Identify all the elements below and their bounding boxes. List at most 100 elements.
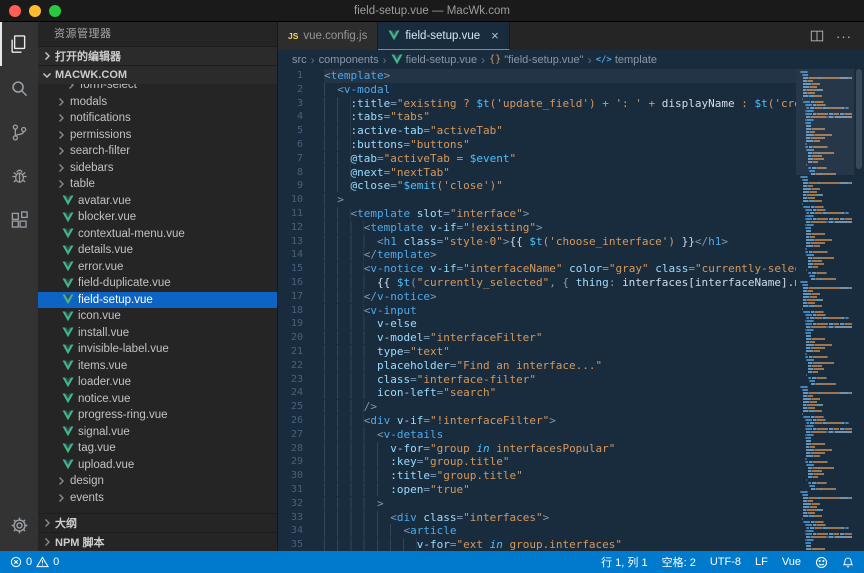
sidebar-panel-NPM 脚本[interactable]: NPM 脚本: [38, 532, 277, 551]
status-right: 行 1, 列 1 空格: 2 UTF-8 LF Vue: [601, 554, 854, 570]
tree-folder-search-filter[interactable]: search-filter: [38, 143, 277, 160]
status-encoding[interactable]: UTF-8: [710, 556, 741, 568]
js-icon: JS: [288, 31, 298, 41]
activity-settings-button[interactable]: [0, 503, 38, 547]
tree-folder-form-select[interactable]: form-select: [38, 84, 277, 94]
chevron-right-icon: [56, 179, 66, 189]
tree-folder-permissions[interactable]: permissions: [38, 127, 277, 144]
breadcrumb-item[interactable]: </>template: [596, 54, 657, 66]
minimize-window-button[interactable]: [29, 5, 41, 17]
tree-file-items.vue[interactable]: items.vue: [38, 358, 277, 375]
problems-indicator[interactable]: 00: [10, 556, 59, 568]
close-window-button[interactable]: [9, 5, 21, 17]
maximize-window-button[interactable]: [49, 5, 61, 17]
code-line: @close="$emit('close')": [324, 179, 796, 193]
tree-file-invisible-label.vue[interactable]: invisible-label.vue: [38, 341, 277, 358]
code-line: <div v-if="!interfaceFilter">: [324, 414, 796, 428]
tab-vue.config.js[interactable]: JS vue.config.js: [278, 22, 378, 50]
tree-file-signal.vue[interactable]: signal.vue: [38, 424, 277, 441]
status-language-mode[interactable]: Vue: [782, 556, 801, 568]
settings-icon: [10, 516, 29, 535]
breadcrumb-label: src: [292, 54, 307, 66]
breadcrumb-item[interactable]: components: [319, 54, 379, 66]
minimap[interactable]: [796, 69, 854, 551]
line-number: 11: [278, 207, 303, 221]
activity-explorer-button[interactable]: [0, 22, 38, 66]
tree-file-blocker.vue[interactable]: blocker.vue: [38, 209, 277, 226]
close-tab-icon[interactable]: ×: [491, 28, 499, 43]
vue-icon: [62, 278, 74, 289]
breadcrumb-item[interactable]: src: [292, 54, 307, 66]
chevron-right-icon: [56, 130, 66, 140]
tree-file-install.vue[interactable]: install.vue: [38, 325, 277, 342]
explorer-title: 资源管理器: [38, 22, 277, 46]
status-bar: 00 行 1, 列 1 空格: 2 UTF-8 LF Vue: [0, 551, 864, 573]
feedback-button[interactable]: [815, 556, 828, 569]
sidebar-panel-大纲[interactable]: 大纲: [38, 513, 277, 532]
line-number: 4: [278, 110, 303, 124]
tree-file-details.vue[interactable]: details.vue: [38, 242, 277, 259]
breadcrumb-item[interactable]: {}"field-setup.vue": [489, 54, 583, 66]
chevron-right-icon: [66, 84, 76, 90]
code-line: placeholder="Find an interface...": [324, 359, 796, 373]
vue-icon: [62, 245, 74, 256]
tree-folder-notifications[interactable]: notifications: [38, 110, 277, 127]
tree-item-label: icon.vue: [78, 310, 121, 322]
tree-folder-events[interactable]: events: [38, 490, 277, 507]
activity-search-button[interactable]: [0, 66, 38, 110]
breadcrumb-label: "field-setup.vue": [504, 54, 583, 66]
tree-item-label: search-filter: [70, 145, 130, 157]
code-line: :tabs="tabs": [324, 110, 796, 124]
tree-folder-modals[interactable]: modals: [38, 94, 277, 111]
split-editor-button[interactable]: [810, 29, 824, 43]
tree-file-error.vue[interactable]: error.vue: [38, 259, 277, 276]
braces-icon: {}: [489, 54, 501, 65]
tree-file-avatar.vue[interactable]: avatar.vue: [38, 193, 277, 210]
minimap-slider[interactable]: [796, 69, 854, 175]
activity-source-control-button[interactable]: [0, 110, 38, 154]
tree-file-field-setup.vue[interactable]: field-setup.vue: [38, 292, 277, 309]
scrollbar-thumb[interactable]: [856, 69, 862, 169]
tree-file-contextual-menu.vue[interactable]: contextual-menu.vue: [38, 226, 277, 243]
open-editors-header[interactable]: 打开的编辑器: [38, 46, 277, 65]
tree-file-icon.vue[interactable]: icon.vue: [38, 308, 277, 325]
vue-icon: [391, 54, 403, 65]
code-line: :title="existing ? $t('update_field') + …: [324, 97, 796, 111]
tree-file-field-duplicate.vue[interactable]: field-duplicate.vue: [38, 275, 277, 292]
activity-debug-button[interactable]: [0, 154, 38, 198]
activity-extensions-button[interactable]: [0, 198, 38, 242]
code-icon: </>: [596, 55, 612, 65]
status-eol[interactable]: LF: [755, 556, 768, 568]
code-line: <v-input: [324, 304, 796, 318]
tree-file-progress-ring.vue[interactable]: progress-ring.vue: [38, 407, 277, 424]
tree-folder-design[interactable]: design: [38, 473, 277, 490]
warning-count: 0: [53, 556, 59, 568]
vue-icon: [62, 212, 74, 223]
code-line: <article: [324, 524, 796, 538]
line-number: 35: [278, 538, 303, 552]
tree-folder-table[interactable]: table: [38, 176, 277, 193]
bell-icon: [842, 556, 854, 569]
code-line: v-for="ext in group.interfaces": [324, 538, 796, 551]
tree-file-notice.vue[interactable]: notice.vue: [38, 391, 277, 408]
code-area[interactable]: <template> <v-modal :title="existing ? $…: [312, 69, 796, 551]
editor-scrollbar[interactable]: [854, 69, 864, 551]
tree-item-label: field-duplicate.vue: [78, 277, 171, 289]
line-numbers: 1234567891011121314151617181920212223242…: [278, 69, 312, 551]
tab-label: vue.config.js: [303, 30, 367, 42]
tree-item-label: modals: [70, 96, 107, 108]
tree-file-tag.vue[interactable]: tag.vue: [38, 440, 277, 457]
status-indentation[interactable]: 空格: 2: [662, 554, 696, 570]
tab-field-setup.vue[interactable]: field-setup.vue×: [378, 22, 509, 50]
tree-folder-sidebars[interactable]: sidebars: [38, 160, 277, 177]
status-cursor-position[interactable]: 行 1, 列 1: [601, 554, 647, 570]
tree-file-upload.vue[interactable]: upload.vue: [38, 457, 277, 474]
code-line: </template>: [324, 248, 796, 262]
more-actions-button[interactable]: ···: [836, 29, 852, 44]
project-root-header[interactable]: MACWK.COM: [38, 65, 277, 84]
tree-file-loader.vue[interactable]: loader.vue: [38, 374, 277, 391]
workbench: 资源管理器 打开的编辑器 MACWK.COM form-select modals…: [0, 22, 864, 551]
breadcrumb-item[interactable]: field-setup.vue: [391, 54, 478, 66]
tree-item-label: sidebars: [70, 162, 113, 174]
notifications-button[interactable]: [842, 556, 854, 569]
